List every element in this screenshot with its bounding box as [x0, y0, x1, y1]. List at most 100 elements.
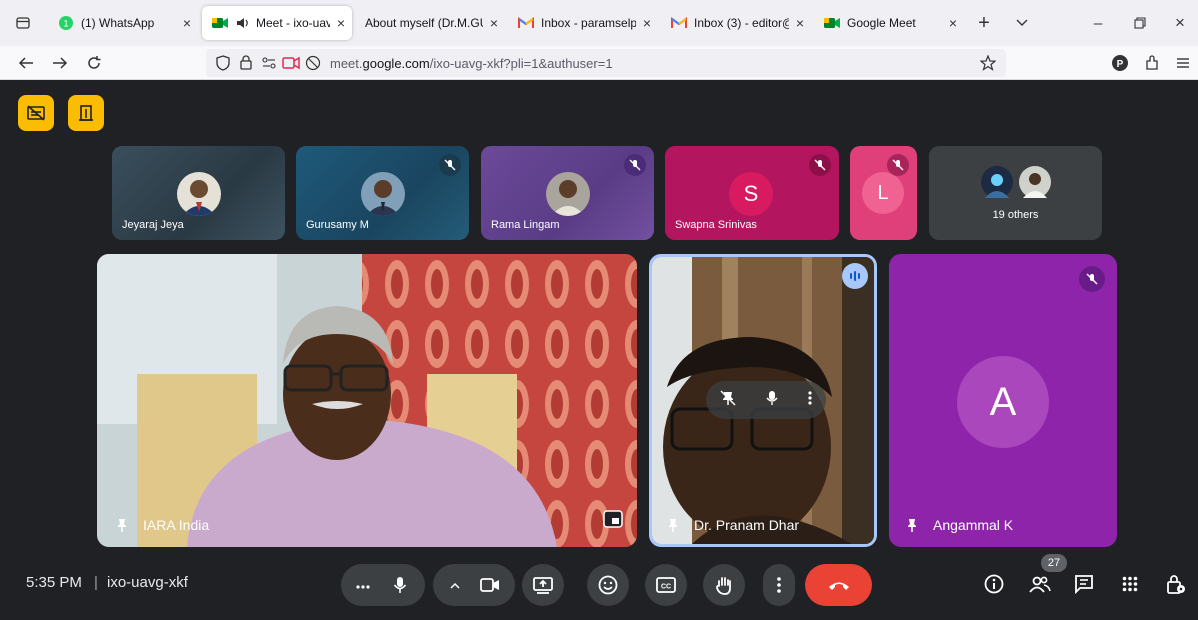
door-exit-icon[interactable]	[68, 95, 104, 131]
others-tile[interactable]: 19 others	[929, 146, 1102, 240]
participant-tile[interactable]: Jeyaraj Jeya	[112, 146, 285, 240]
host-controls-lock-icon[interactable]	[1162, 570, 1190, 598]
captions-off-icon[interactable]	[18, 95, 54, 131]
others-count-label: 19 others	[992, 209, 1039, 221]
navigation-bar: meet.google.com/ixo-uavg-xkf?pli=1&authu…	[0, 46, 1198, 80]
participant-tile[interactable]: A Angammal K	[889, 254, 1117, 547]
tab-title: Google Meet	[847, 16, 916, 30]
audio-control-group	[341, 564, 425, 606]
participant-name: Gurusamy M	[306, 219, 369, 231]
avatar-letter: L	[877, 181, 889, 204]
profile-avatar[interactable]: P	[1104, 46, 1136, 80]
tab-gmail-editor[interactable]: Inbox (3) - editor@i ×	[661, 6, 811, 40]
participant-name: Angammal K	[933, 517, 1014, 533]
microphone-blocked-icon[interactable]	[305, 55, 321, 76]
pin-icon[interactable]	[907, 518, 917, 532]
close-icon[interactable]: ×	[636, 15, 658, 31]
microphone-button[interactable]	[383, 568, 417, 602]
more-options-icon[interactable]	[808, 390, 812, 411]
url-bar[interactable]: meet.google.com/ixo-uavg-xkf?pli=1&authu…	[206, 49, 1006, 77]
tab-title: Meet - ixo-uavg-xkf	[256, 16, 330, 30]
camera-button[interactable]	[473, 568, 507, 602]
speaker-audio-icon[interactable]	[235, 15, 251, 31]
more-options-button[interactable]	[763, 564, 795, 606]
new-tab-button[interactable]: +	[966, 0, 1002, 46]
close-icon[interactable]: ×	[789, 15, 811, 31]
bookmark-star-icon[interactable]	[979, 54, 997, 76]
mic-off-icon	[1079, 266, 1105, 292]
svg-text:CC: CC	[661, 584, 671, 591]
avatar-letter: A	[989, 379, 1017, 424]
reload-icon[interactable]	[78, 46, 110, 80]
tab-list-icon[interactable]	[0, 0, 46, 46]
participant-photo	[981, 166, 1013, 198]
back-icon[interactable]	[10, 46, 42, 80]
microphone-icon[interactable]	[765, 390, 779, 411]
tab-google-meet[interactable]: Google Meet ×	[814, 6, 964, 40]
chevron-down-icon[interactable]	[1002, 0, 1042, 46]
tab-whatsapp[interactable]: 1 (1) WhatsApp ×	[48, 6, 198, 40]
pin-icon[interactable]	[668, 518, 678, 532]
emoji-reactions-button[interactable]	[587, 564, 629, 606]
leave-call-button[interactable]	[805, 564, 872, 606]
participant-tile[interactable]: S Swapna Srinivas	[665, 146, 839, 240]
extensions-icon[interactable]	[1136, 46, 1168, 80]
participant-avatar: S	[729, 172, 773, 216]
shield-icon[interactable]	[216, 55, 230, 76]
meeting-details-info-icon[interactable]	[980, 570, 1008, 598]
tile-hover-controls	[706, 381, 826, 419]
mic-off-icon	[439, 154, 461, 176]
close-window-button[interactable]: ×	[1162, 0, 1198, 46]
minimize-button[interactable]: –	[1078, 0, 1118, 46]
close-icon[interactable]: ×	[942, 15, 964, 31]
close-icon[interactable]: ×	[176, 15, 198, 31]
participant-tile[interactable]: L	[850, 146, 917, 240]
participant-tile[interactable]: Rama Lingam	[481, 146, 654, 240]
chat-icon[interactable]	[1070, 570, 1098, 598]
camera-in-use-icon[interactable]	[282, 56, 300, 75]
picture-in-picture-icon[interactable]	[603, 510, 623, 533]
mic-off-icon	[624, 154, 646, 176]
participant-photo	[176, 172, 221, 216]
url-text[interactable]: meet.google.com/ixo-uavg-xkf?pli=1&authu…	[330, 56, 613, 71]
participant-name: Dr. Pranam Dhar	[694, 517, 800, 533]
menu-hamburger-icon[interactable]	[1168, 46, 1198, 80]
audio-options-icon[interactable]	[349, 576, 377, 594]
participant-photo	[1019, 166, 1051, 198]
people-icon[interactable]	[1026, 570, 1054, 598]
meet-call-area: Jeyaraj Jeya Gurusamy M Rama Lingam S Sw…	[0, 80, 1198, 620]
participant-name-label: IARA India	[117, 517, 209, 533]
tab-about-myself[interactable]: About myself (Dr.M.GURU ×	[355, 6, 505, 40]
permissions-icon[interactable]	[262, 56, 276, 75]
participant-name: IARA India	[143, 517, 210, 533]
participant-name-label: Dr. Pranam Dhar	[668, 517, 799, 533]
activities-grid-icon[interactable]	[1116, 570, 1144, 598]
chevron-up-icon[interactable]	[441, 576, 469, 594]
lock-icon[interactable]	[240, 55, 252, 75]
participant-video-tile[interactable]: IARA India	[97, 254, 637, 547]
tab-gmail-paramselp[interactable]: Inbox - paramselp@ ×	[508, 6, 658, 40]
tab-title: (1) WhatsApp	[81, 16, 155, 30]
gmail-icon	[671, 15, 687, 31]
tab-title: About myself (Dr.M.GURU	[365, 16, 483, 30]
close-icon[interactable]: ×	[330, 15, 352, 31]
close-icon[interactable]: ×	[483, 15, 505, 31]
profile-initial: P	[1117, 59, 1124, 70]
pin-icon[interactable]	[117, 518, 127, 532]
mic-off-icon	[887, 154, 909, 176]
present-screen-button[interactable]	[522, 564, 564, 606]
whatsapp-icon: 1	[58, 15, 74, 31]
raise-hand-button[interactable]	[703, 564, 745, 606]
participant-name-label: Angammal K	[907, 517, 1013, 533]
tab-meet-active[interactable]: Meet - ixo-uavg-xkf ×	[202, 6, 352, 40]
mic-off-icon	[809, 154, 831, 176]
participant-tile[interactable]: Gurusamy M	[296, 146, 469, 240]
restore-button[interactable]	[1120, 0, 1160, 46]
forward-icon[interactable]	[44, 46, 76, 80]
unpin-icon[interactable]	[720, 389, 736, 411]
google-meet-icon	[212, 15, 228, 31]
captions-button[interactable]: CC	[645, 564, 687, 606]
participant-photo	[545, 172, 590, 216]
participant-video-tile-speaking[interactable]: Dr. Pranam Dhar	[649, 254, 877, 547]
participant-avatar: L	[862, 172, 904, 214]
